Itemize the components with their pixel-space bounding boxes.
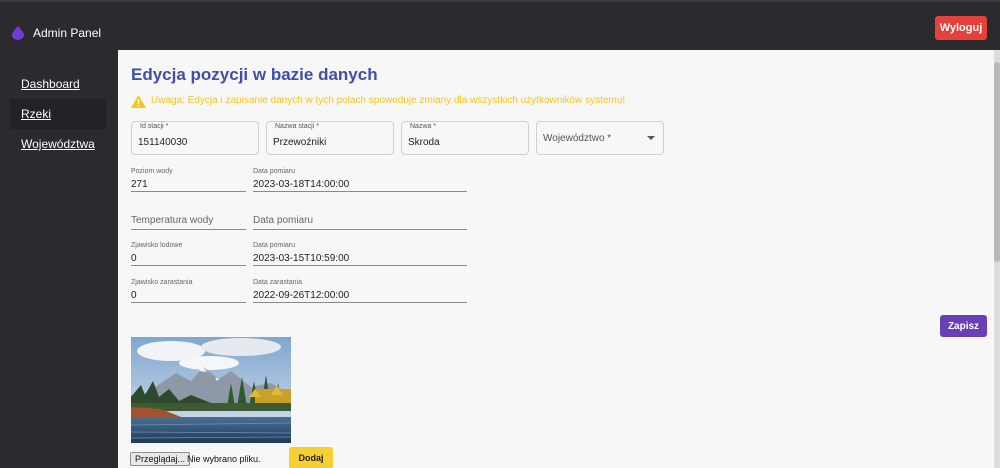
file-status: Nie wybrano pliku. [187,454,261,464]
overgrowth-date-value: 2022-09-26T12:00:00 [253,290,350,301]
water-temp-date-field[interactable]: Data pomiaru [253,206,467,230]
save-button[interactable]: Zapisz [940,315,987,337]
overgrowth-field[interactable]: Zjawisko zarastania 0 [131,279,246,303]
sidebar: Dashboard Rzeki Województwa [0,50,118,468]
scrollbar[interactable] [994,50,1000,468]
station-name-field[interactable]: Nazwa stacji * Przewoźniki [266,121,394,155]
main-content: Edycja pozycji w bazie danych Uwaga: Edy… [118,50,994,468]
water-level-date-field[interactable]: Data pomiaru 2023-03-18T14:00:00 [253,168,467,192]
water-level-value: 271 [131,179,148,190]
overgrowth-date-label: Data zarastania [253,279,303,286]
water-level-field[interactable]: Poziom wody 271 [131,168,246,192]
caret-down-icon [647,136,655,140]
river-photo [131,337,291,443]
station-id-field[interactable]: Id stacji * 151140030 [131,121,259,155]
water-temp-field[interactable]: Temperatura wody [131,206,246,230]
sidebar-item-rzeki[interactable]: Rzeki [10,99,106,129]
ice-label: Zjawisko lodowe [131,242,183,249]
station-id-label: Id stacji * [140,123,169,130]
water-temp-placeholder: Temperatura wody [131,215,214,226]
water-level-date-value: 2023-03-18T14:00:00 [253,179,350,190]
page-title: Edycja pozycji w bazie danych [131,65,378,84]
name-value: Skroda [408,137,440,148]
top-bar: Admin Panel Wyloguj [0,0,1000,50]
overgrowth-label: Zjawisko zarastania [131,279,193,286]
water-temp-date-placeholder: Data pomiaru [253,215,314,226]
name-label: Nazwa * [410,123,437,130]
scrollbar-thumb[interactable] [994,62,1000,262]
app-title: Admin Panel [33,26,102,40]
water-level-date-label: Data pomiaru [253,168,296,175]
voivodeship-placeholder: Województwo * [543,133,612,144]
overgrowth-value: 0 [131,290,137,301]
voivodeship-select[interactable]: Województwo * [536,121,664,155]
ice-date-label: Data pomiaru [253,242,296,249]
station-name-label: Nazwa stacji * [275,123,319,130]
name-field[interactable]: Nazwa * Skroda [401,121,529,155]
warning-message: Uwaga: Edycja i zapisanie danych w tych … [151,95,626,106]
browse-file-button[interactable]: Przeglądaj... [130,452,191,466]
station-name-value: Przewoźniki [273,137,327,148]
ice-field[interactable]: Zjawisko lodowe 0 [131,242,246,266]
ice-date-field[interactable]: Data pomiaru 2023-03-15T10:59:00 [253,242,467,266]
drop-icon [12,26,24,40]
station-id-value: 151140030 [138,137,188,148]
sidebar-item-wojewodztwa[interactable]: Województwa [10,129,106,159]
overgrowth-date-field[interactable]: Data zarastania 2022-09-26T12:00:00 [253,279,467,303]
ice-value: 0 [131,253,137,264]
logout-button[interactable]: Wyloguj [935,16,987,40]
add-photo-button[interactable]: Dodaj [289,447,333,468]
ice-date-value: 2023-03-15T10:59:00 [253,253,350,264]
sidebar-item-dashboard[interactable]: Dashboard [10,69,106,99]
warning-triangle-icon [131,95,146,108]
water-level-label: Poziom wody [131,168,173,175]
